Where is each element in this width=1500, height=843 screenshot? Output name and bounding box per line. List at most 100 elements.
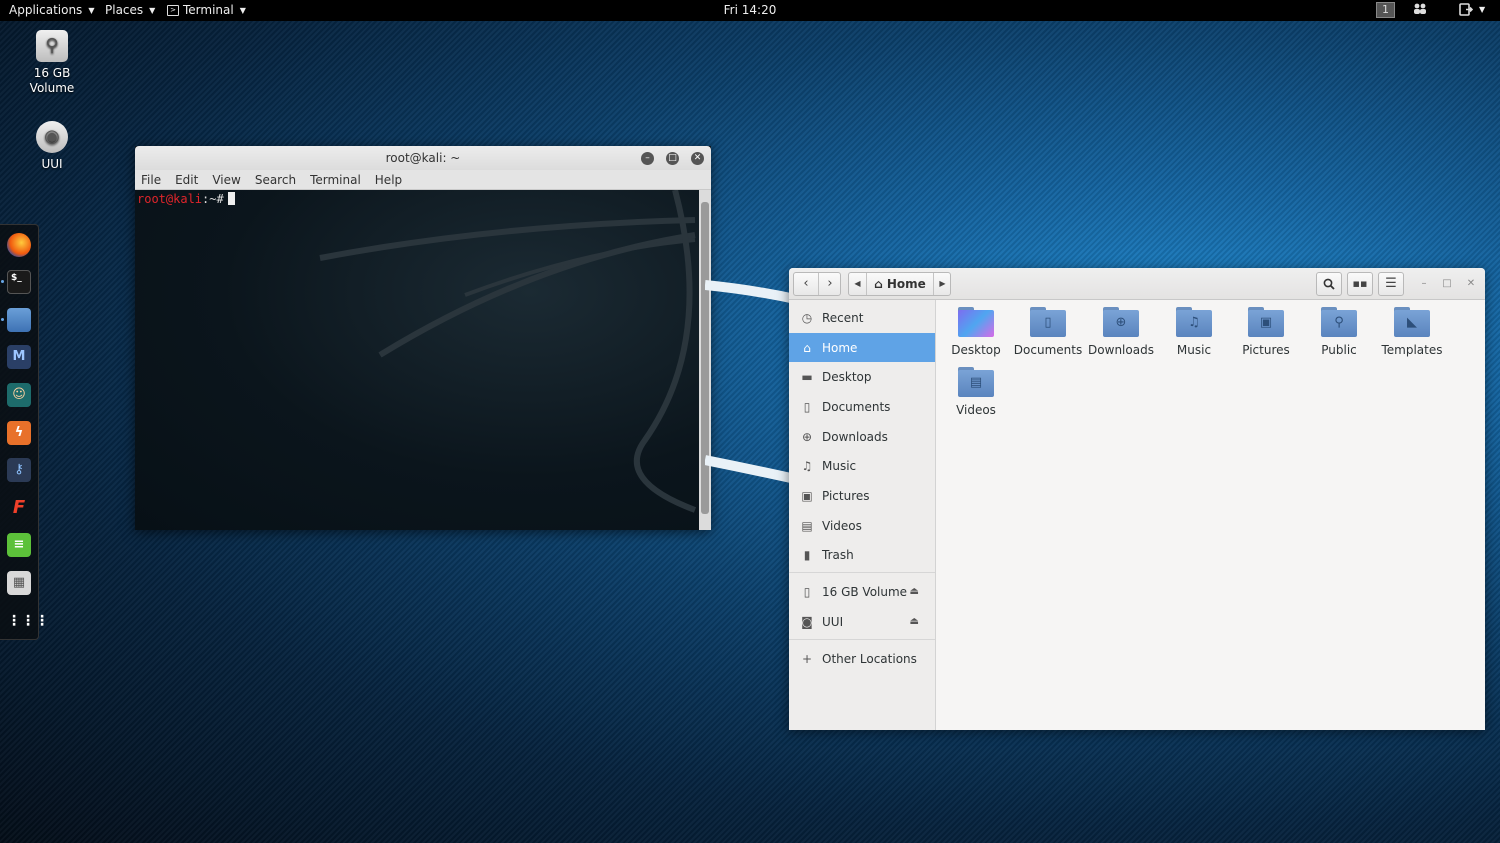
folder-label: Videos <box>956 403 996 417</box>
music-icon: ♫ <box>801 458 813 473</box>
disk-icon: ◉ <box>36 121 68 153</box>
dash-dock: $_ M ☺ ϟ ⚷ F ≡ ▦ ⋮⋮⋮ <box>0 224 49 640</box>
folder-label: Downloads <box>1088 343 1154 357</box>
nav-buttons: ‹ › <box>793 272 841 296</box>
running-indicator <box>1 280 4 283</box>
eject-icon[interactable]: ⏏ <box>910 616 919 627</box>
view-toggle-button[interactable]: ▪▪ <box>1347 272 1373 296</box>
burpsuite-icon[interactable]: ϟ <box>7 421 31 445</box>
faraday-icon[interactable]: F <box>7 496 31 520</box>
metasploit-icon[interactable]: M <box>7 345 31 369</box>
folder-desktop[interactable]: Desktop <box>939 307 1013 357</box>
maximize-icon[interactable]: □ <box>1440 277 1454 291</box>
people-icon[interactable] <box>1413 3 1427 15</box>
sidebar-item-desktop[interactable]: ▬ Desktop <box>789 362 935 391</box>
window-title: root@kali: ~ <box>385 151 461 165</box>
notes-icon[interactable]: ≡ <box>7 533 31 557</box>
sidebar-item-documents[interactable]: ▯ Documents <box>789 392 935 421</box>
path-right-arrow-icon[interactable]: ▶ <box>933 273 951 295</box>
folder-pictures[interactable]: ▣ Pictures <box>1229 307 1303 357</box>
desktop-folder-icon <box>958 307 994 337</box>
workspace-indicator[interactable]: 1 <box>1376 2 1395 18</box>
sidebar-item-label: Trash <box>822 547 854 562</box>
desktop-icon-usb-volume[interactable]: ⚲ 16 GB Volume <box>12 30 92 96</box>
downloads-folder-icon: ⊕ <box>1103 307 1139 337</box>
folder-templates[interactable]: ◣ Templates <box>1375 307 1449 357</box>
sidebar-item-downloads[interactable]: ⊕ Downloads <box>789 422 935 451</box>
sidebar-item-recent[interactable]: ◷ Recent <box>789 303 935 332</box>
desktop-icon-label: 16 GB <box>33 66 71 80</box>
sidebar-divider <box>789 639 935 640</box>
sidebar-divider <box>789 572 935 573</box>
minimize-icon[interactable]: – <box>641 152 654 165</box>
home-icon: ⌂ <box>874 277 883 291</box>
armitage-icon[interactable]: ☺ <box>7 383 31 407</box>
desktop-icon-uui[interactable]: ◉ UUI <box>12 121 92 172</box>
back-icon[interactable]: ‹ <box>794 273 818 295</box>
search-button[interactable] <box>1316 272 1342 296</box>
sidebar-item-label: Documents <box>822 399 891 414</box>
sidebar-item-label: Recent <box>822 310 864 325</box>
folder-label: Music <box>1176 343 1212 357</box>
sidebar-item-other-locations[interactable]: + Other Locations <box>789 644 935 673</box>
kali-dragon-watermark <box>319 190 697 513</box>
prompt-user: root@kali <box>137 192 203 206</box>
power-icon <box>1459 3 1473 16</box>
folder-public[interactable]: ⚲ Public <box>1302 307 1376 357</box>
menu-search[interactable]: Search <box>255 170 296 189</box>
plus-icon: + <box>801 651 813 666</box>
path-label: Home <box>886 277 926 291</box>
sidebar-item-home[interactable]: ⌂ Home <box>789 333 935 362</box>
sidebar-item-uui[interactable]: ◙ UUI ⏏ <box>789 607 935 636</box>
chevron-down-icon: ▼ <box>1479 5 1486 14</box>
folder-downloads[interactable]: ⊕ Downloads <box>1084 307 1158 357</box>
files-icon[interactable] <box>7 308 31 332</box>
file-manager-headerbar[interactable]: ‹ › ◀ ⌂ Home ▶ ▪▪ ☰ – □ ✕ <box>789 268 1485 300</box>
sidebar-item-label: UUI <box>822 614 844 629</box>
folder-label: Pictures <box>1242 343 1290 357</box>
cherrytree-icon[interactable]: ▦ <box>7 571 31 595</box>
terminal-icon[interactable]: $_ <box>7 270 31 294</box>
path-left-arrow-icon[interactable]: ◀ <box>849 273 867 295</box>
terminal-titlebar[interactable]: root@kali: ~ – □ ✕ <box>135 146 711 170</box>
folder-documents[interactable]: ▯ Documents <box>1011 307 1085 357</box>
minimize-icon[interactable]: – <box>1417 277 1431 291</box>
desktop-icon-label: Volume <box>29 81 75 95</box>
clock-icon: ◷ <box>801 310 813 325</box>
trash-icon: ▮ <box>803 547 811 562</box>
sidebar-item-pictures[interactable]: ▣ Pictures <box>789 481 935 510</box>
close-icon[interactable]: ✕ <box>691 152 704 165</box>
path-home-button[interactable]: ⌂ Home <box>867 273 933 295</box>
users-icon <box>1414 3 1426 14</box>
maximize-icon[interactable]: □ <box>666 152 679 165</box>
folder-music[interactable]: ♫ Music <box>1157 307 1231 357</box>
sidebar-item-music[interactable]: ♫ Music <box>789 451 935 480</box>
templates-folder-icon: ◣ <box>1394 307 1430 337</box>
sidebar-item-label: Videos <box>822 518 862 533</box>
beef-icon[interactable]: ⚷ <box>7 458 31 482</box>
close-icon[interactable]: ✕ <box>1464 277 1478 291</box>
show-apps-icon[interactable]: ⋮⋮⋮ <box>7 609 49 633</box>
sidebar-item-usb-volume[interactable]: ▯ 16 GB Volume ⏏ <box>789 577 935 606</box>
menu-edit[interactable]: Edit <box>175 170 198 189</box>
terminal-output[interactable]: root@kali:~# <box>135 190 699 530</box>
eject-icon[interactable]: ⏏ <box>910 586 919 597</box>
menu-view[interactable]: View <box>212 170 240 189</box>
menu-file[interactable]: File <box>141 170 161 189</box>
clock-label: Fri 14:20 <box>723 3 777 17</box>
places-sidebar: ◷ Recent ⌂ Home ▬ Desktop ▯ Documents ⊕ Downl… <box>789 300 936 730</box>
system-menu[interactable]: ▼ <box>1459 3 1485 16</box>
videos-folder-icon: ▤ <box>958 367 994 397</box>
forward-icon[interactable]: › <box>818 273 841 295</box>
download-icon: ⊕ <box>801 429 813 444</box>
folder-videos[interactable]: ▤ Videos <box>939 367 1013 417</box>
sidebar-item-videos[interactable]: ▤ Videos <box>789 511 935 540</box>
clock[interactable]: Fri 14:20 <box>0 3 1500 17</box>
sidebar-item-trash[interactable]: ▮ Trash <box>789 540 935 569</box>
firefox-icon[interactable] <box>7 233 31 257</box>
menu-button[interactable]: ☰ <box>1378 272 1404 296</box>
menu-terminal[interactable]: Terminal <box>310 170 361 189</box>
grid-view-icon: ▪▪ <box>1352 277 1368 290</box>
terminal-menubar: File Edit View Search Terminal Help <box>135 170 711 190</box>
menu-help[interactable]: Help <box>375 170 402 189</box>
